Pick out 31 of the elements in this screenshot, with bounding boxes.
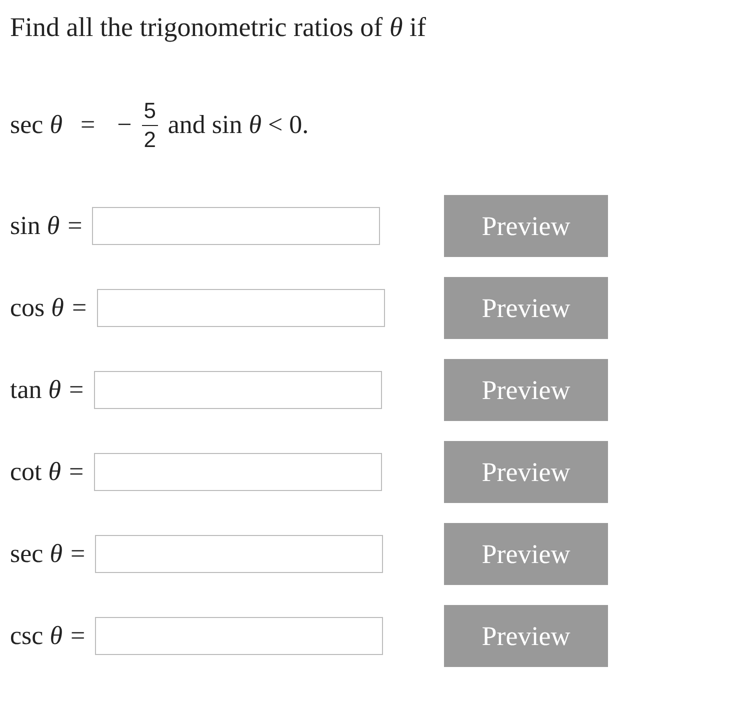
math-label: sec θ — [10, 110, 62, 140]
equals-sign: = — [70, 539, 86, 569]
preview-button[interactable]: Preview — [444, 523, 608, 585]
math-label: tan θ — [10, 375, 62, 405]
input-field[interactable] — [95, 617, 384, 655]
input-field[interactable] — [92, 207, 380, 245]
input-field[interactable] — [96, 289, 385, 327]
input-field[interactable] — [95, 535, 384, 573]
equals-sign: = — [69, 375, 84, 405]
denominator: 2 — [144, 128, 156, 151]
minus-sign: − — [117, 110, 132, 140]
preview-button[interactable]: Preview — [444, 195, 608, 257]
question-text: Find all the trigonometric ratios of θ if — [10, 12, 427, 43]
math-label: csc θ — [10, 621, 62, 651]
condition-text: and sin θ < 0. — [168, 110, 309, 140]
equals-sign: = — [69, 457, 84, 487]
preview-button[interactable]: Preview — [444, 441, 608, 503]
input-field[interactable] — [94, 371, 382, 409]
equals-sign: = — [70, 621, 86, 651]
math-label: cot θ — [10, 457, 62, 487]
preview-button[interactable]: Preview — [444, 359, 608, 421]
numerator: 5 — [144, 99, 156, 122]
math-label: cos θ — [10, 293, 64, 323]
math-label: sec θ — [10, 539, 62, 569]
equals-sign: = — [72, 293, 87, 323]
preview-button[interactable]: Preview — [444, 605, 608, 667]
equals-sign: = — [80, 110, 96, 140]
preview-button[interactable]: Preview — [444, 277, 608, 339]
equals-sign: = — [68, 211, 82, 241]
math-label: sin θ — [10, 211, 60, 241]
input-field[interactable] — [94, 453, 382, 491]
